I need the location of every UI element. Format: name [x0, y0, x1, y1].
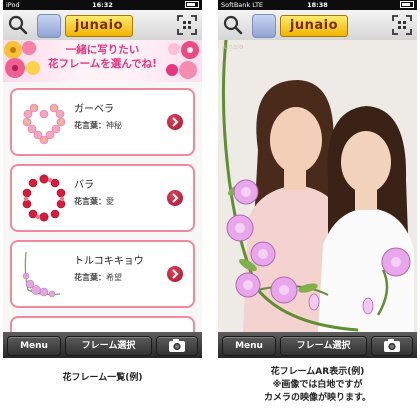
- frame-list: ガーベラ 花言葉：神秘 バラ 花言葉：愛 トルコキキョウ 花言葉：希望: [3, 82, 202, 358]
- instruction-banner: 一緒に写りたい 花フレームを選んでね!: [3, 40, 202, 82]
- battery-icon: [400, 1, 414, 8]
- camera-button[interactable]: [371, 336, 413, 356]
- qr-scan-icon[interactable]: [177, 15, 197, 35]
- camera-button[interactable]: [156, 336, 198, 356]
- frame-card-rose[interactable]: バラ 花言葉：愛: [10, 164, 195, 232]
- chevron-right-icon[interactable]: [167, 114, 183, 130]
- bottom-toolbar: Menu フレーム選択: [218, 332, 417, 358]
- menu-button[interactable]: Menu: [222, 336, 276, 356]
- meaning-label: 花言葉：: [74, 273, 106, 282]
- caption-ar-view: 花フレームAR表示(例) ※画像では白地ですが カメラの映像が映ります。: [218, 366, 417, 405]
- meaning-label: 花言葉：: [74, 121, 106, 130]
- camera-icon: [384, 339, 400, 352]
- caption-line: 花フレームAR表示(例): [270, 367, 365, 377]
- bottom-toolbar: Menu フレーム選択: [3, 332, 202, 358]
- caption-line: ※画像では白地ですが: [272, 380, 363, 390]
- search-icon[interactable]: [222, 14, 244, 36]
- heart-flower-frame-thumbnail: [22, 103, 66, 145]
- frame-name: ガーベラ: [74, 104, 114, 115]
- app-icon[interactable]: [37, 14, 61, 38]
- frame-card-gerbera[interactable]: ガーベラ 花言葉：神秘: [10, 88, 195, 156]
- banner-line1: 一緒に写りたい: [65, 44, 140, 56]
- flower-decoration: [4, 41, 40, 78]
- banner-line2: 花フレームを選んでね!: [48, 58, 157, 70]
- search-icon[interactable]: [7, 14, 29, 36]
- frame-select-button[interactable]: フレーム選択: [65, 336, 152, 356]
- menu-button[interactable]: Menu: [7, 336, 61, 356]
- caption-line: カメラの映像が映ります。: [263, 393, 372, 403]
- app-icon[interactable]: [252, 14, 276, 38]
- rose-wreath-frame-thumbnail: [22, 174, 66, 222]
- flower-decoration: [166, 41, 199, 79]
- junaio-logo: junaio: [280, 15, 348, 37]
- frame-meaning: 愛: [106, 197, 114, 206]
- clock: 16:32: [92, 1, 113, 9]
- frame-name: バラ: [74, 180, 94, 191]
- qr-scan-icon[interactable]: [392, 15, 412, 35]
- camera-preview-with-flower-frame: [218, 40, 417, 332]
- ar-photo-image: [218, 40, 417, 332]
- ar-frame-view-screen: SoftBank LTE 18:38 junaio junaio Menu フレ…: [218, 0, 417, 358]
- battery-icon: [185, 1, 199, 8]
- chevron-right-icon[interactable]: [167, 190, 183, 206]
- chevron-right-icon[interactable]: [167, 266, 183, 282]
- top-toolbar: junaio: [218, 10, 417, 41]
- status-bar: iPod 16:32: [3, 0, 202, 10]
- clock: 18:38: [307, 1, 328, 9]
- frame-meaning: 希望: [106, 273, 122, 282]
- camera-icon: [169, 339, 185, 352]
- top-toolbar: junaio: [3, 10, 202, 41]
- lisianthus-frame-thumbnail: [22, 251, 61, 298]
- junaio-logo: junaio: [65, 15, 133, 37]
- meaning-label: 花言葉：: [74, 197, 106, 206]
- frame-select-button[interactable]: フレーム選択: [280, 336, 367, 356]
- caption-frame-list: 花フレーム一覧(例): [62, 373, 143, 383]
- frame-list-screen: iPod 16:32 junaio 一緒に写りたい 花フレームを選んでね! ガー…: [3, 0, 202, 358]
- frame-card-lisianthus[interactable]: トルコキキョウ 花言葉：希望: [10, 240, 195, 308]
- frame-meaning: 神秘: [106, 121, 122, 130]
- watermark: junaio: [222, 43, 244, 51]
- frame-name: トルコキキョウ: [74, 256, 144, 267]
- status-bar: SoftBank LTE 18:38: [218, 0, 417, 10]
